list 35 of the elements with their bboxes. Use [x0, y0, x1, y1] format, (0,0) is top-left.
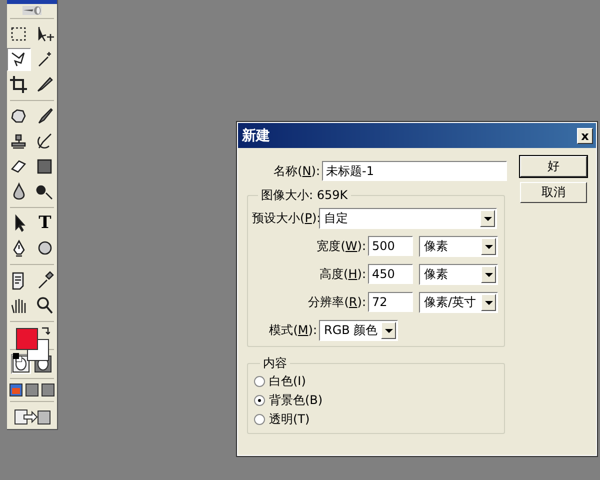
unit-dropdown[interactable]: 像素: [419, 264, 498, 284]
mode-dropdown[interactable]: RGB 颜色: [319, 320, 398, 340]
radio-button[interactable]: [254, 376, 265, 387]
unit-dropdown[interactable]: 像素/英寸: [419, 292, 498, 312]
close-button[interactable]: x: [577, 128, 593, 144]
radio-button[interactable]: [254, 414, 265, 425]
field-label: 宽度(W):: [316, 238, 366, 254]
dialog-button[interactable]: 好: [520, 156, 587, 177]
radio-label: 背景色(B): [269, 392, 323, 409]
number-field[interactable]: 72: [368, 292, 413, 312]
name-label: 名称(N):: [272, 162, 320, 180]
window-title: 新建: [242, 126, 270, 144]
lasso-icon[interactable]: [7, 48, 31, 72]
screen-mode-icon[interactable]: [25, 383, 39, 397]
field-label: 高度(H):: [318, 266, 366, 282]
mask-mode-icon[interactable]: [11, 354, 31, 374]
preset-dropdown[interactable]: 自定: [319, 208, 497, 228]
unit-dropdown[interactable]: 像素: [419, 236, 498, 256]
screen-mode-icon[interactable]: [41, 383, 55, 397]
number-field[interactable]: 450: [368, 264, 413, 284]
swap-icon[interactable]: [41, 326, 50, 336]
field-label: 模式(M):: [268, 322, 317, 338]
type-tool[interactable]: T: [34, 212, 56, 234]
radio-label: 透明(T): [269, 411, 310, 428]
radio-label: 白色(I): [269, 373, 306, 390]
image-size-label: 图像大小: 659K: [260, 187, 349, 204]
toolbox-header: [7, 0, 57, 4]
number-field[interactable]: 500: [368, 236, 413, 256]
radio-button[interactable]: [254, 395, 265, 406]
foreground-color-swatch[interactable]: [16, 328, 38, 350]
dialog-button[interactable]: 取消: [520, 182, 587, 203]
contents-label: 内容: [262, 355, 288, 372]
screen-mode-icon[interactable]: [9, 383, 23, 397]
name-field[interactable]: 未标题-1: [322, 161, 507, 181]
field-label: 分辨率(R):: [307, 294, 366, 310]
